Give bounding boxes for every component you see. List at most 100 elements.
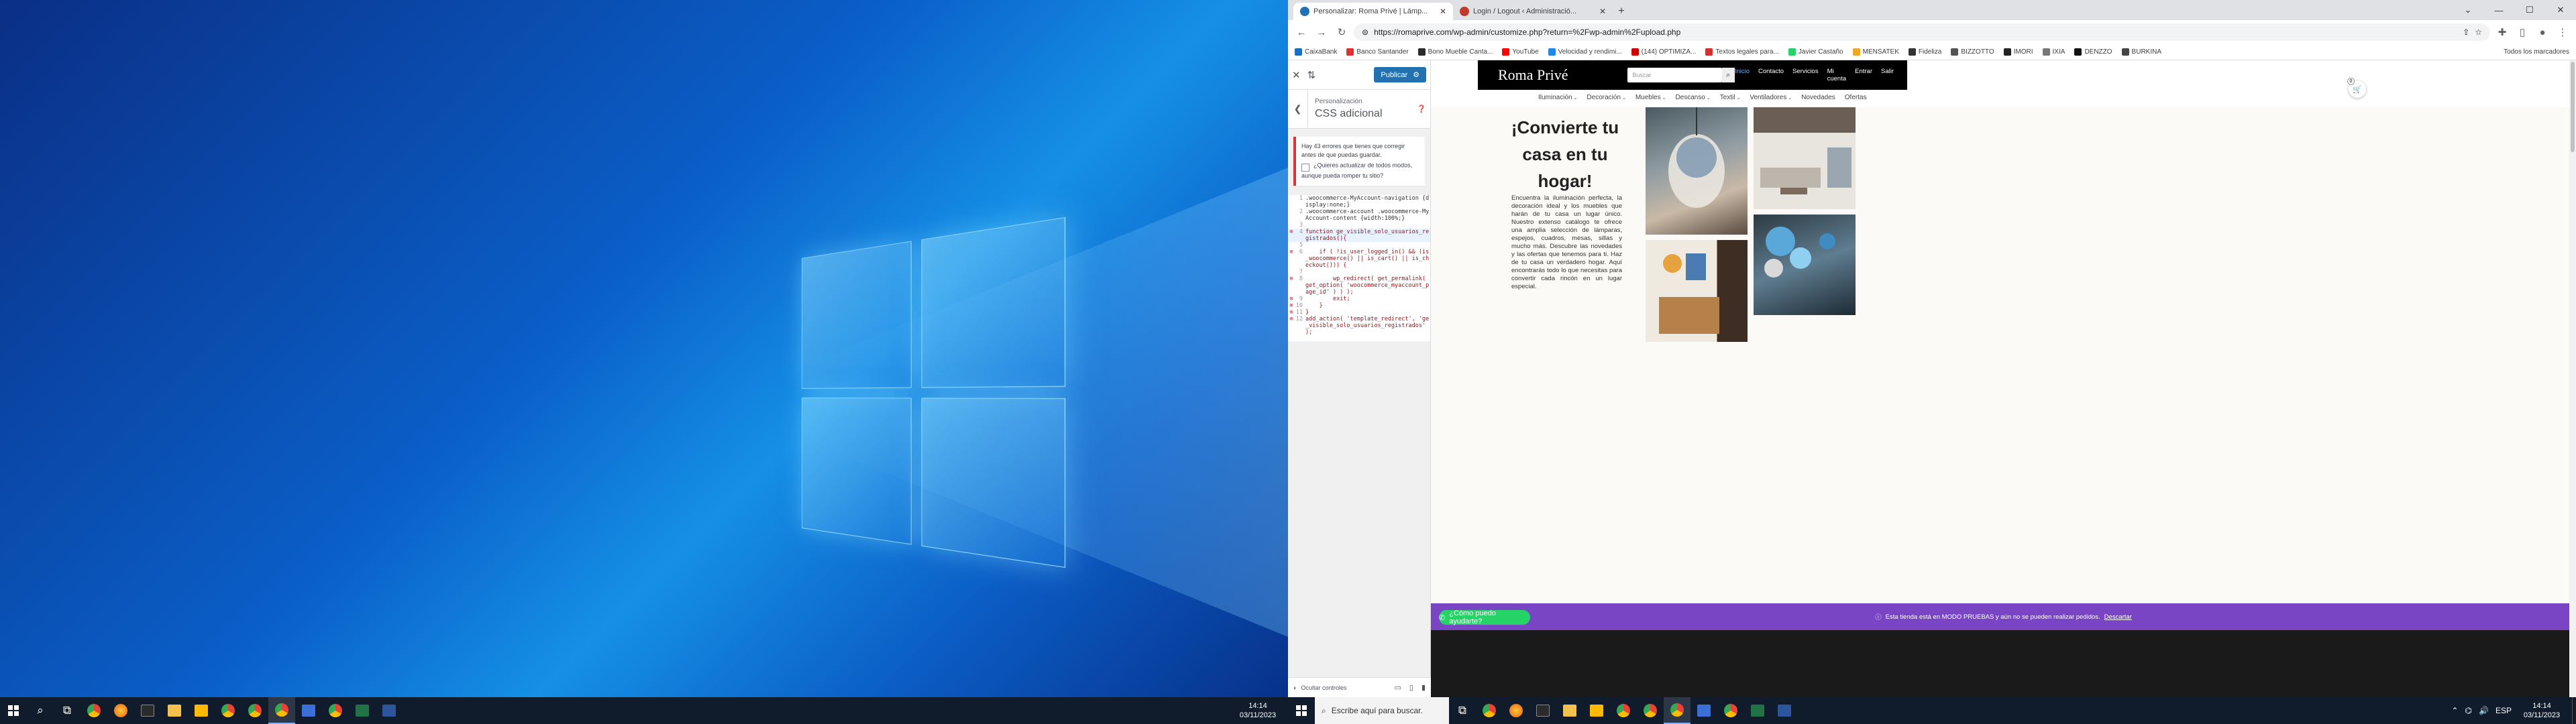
taskbar-app[interactable] — [188, 697, 215, 724]
css-code-editor[interactable]: 1 .woocommerce-MyAccount-navigation {disp… — [1288, 195, 1430, 341]
search-icon[interactable]: ⌕ — [1721, 68, 1735, 82]
share-icon[interactable]: ⇪ — [2463, 27, 2469, 37]
code-line[interactable]: ⊗ 12 add_action( 'template_redirect', 'ge_… — [1288, 316, 1430, 336]
sidepanel-icon[interactable]: ▯ — [2514, 24, 2530, 40]
bookmark-item[interactable]: BIZZOTTO — [1951, 48, 1994, 56]
chevron-up-icon[interactable]: ⌃ — [2451, 706, 2458, 715]
taskbar-app[interactable] — [161, 697, 188, 724]
taskbar-app[interactable] — [295, 697, 322, 724]
code-line[interactable]: ⊗ 6 if ( !is_user_logged_in() && (is_wooc… — [1288, 249, 1430, 269]
start-button[interactable] — [1288, 697, 1315, 724]
whatsapp-chat-button[interactable]: ✆ ¿Cómo puedo ayudarte? — [1439, 609, 1530, 625]
reload-icon[interactable]: ↻ — [1334, 24, 1350, 40]
bookmark-item[interactable]: IMORI — [2003, 48, 2033, 56]
task-view-button[interactable]: ⧉ — [54, 697, 80, 724]
menu-icon[interactable]: ⋮ — [2555, 24, 2571, 40]
taskbar-search-box[interactable]: ⌕ Escribe aquí para buscar. — [1315, 697, 1449, 724]
search-button[interactable]: ⌕ — [27, 697, 54, 724]
taskbar-app[interactable] — [1637, 697, 1664, 724]
site-menu-item[interactable]: Decoración ⌄ — [1587, 94, 1625, 101]
language-indicator[interactable]: ESP — [2496, 706, 2512, 715]
start-button[interactable] — [0, 697, 27, 724]
profile-icon[interactable]: ● — [2534, 24, 2551, 40]
tablet-preview-icon[interactable]: ▯ — [1409, 683, 1413, 692]
cart-button[interactable]: 🛒 0 — [2347, 78, 2366, 98]
bookmark-item[interactable]: Velocidad y rendimi... — [1548, 48, 1622, 56]
bookmark-item[interactable]: DENZZO — [2074, 48, 2112, 56]
site-menu-item[interactable]: Muebles ⌄ — [1635, 94, 1666, 101]
bookmark-item[interactable]: IXIA — [2042, 48, 2065, 56]
chandelier-photo[interactable] — [1646, 107, 1748, 235]
site-nav-0[interactable]: Inicio — [1735, 68, 1750, 82]
bookmarks-all[interactable]: Todos los marcadores — [2504, 48, 2576, 56]
taskbar-app[interactable] — [1583, 697, 1610, 724]
taskbar-app[interactable] — [1610, 697, 1637, 724]
taskbar-app[interactable] — [1664, 697, 1690, 724]
tab-search-icon[interactable]: ⌄ — [2453, 0, 2483, 20]
code-line[interactable]: ⊗ 10 } — [1288, 302, 1430, 309]
taskbar-app[interactable] — [215, 697, 241, 724]
bookmark-item[interactable]: BURKINA — [2121, 48, 2161, 56]
taskbar-app[interactable] — [134, 697, 161, 724]
taskbar-app[interactable] — [1529, 697, 1556, 724]
taskbar-app[interactable] — [80, 697, 107, 724]
close-icon[interactable]: ✕ — [1292, 69, 1301, 81]
extensions-icon[interactable]: ✚ — [2494, 24, 2510, 40]
browser-tab-login[interactable]: Login / Logout ‹ Administració... ✕ — [1453, 3, 1613, 20]
gear-icon[interactable]: ⚙ — [1413, 70, 1419, 79]
taskbar-app[interactable] — [1744, 697, 1771, 724]
address-bar[interactable]: ⊜ https://romaprive.com/wp-admin/customi… — [1354, 23, 2490, 41]
bookmark-item[interactable]: (144) OPTIMIZA... — [1631, 48, 1696, 56]
bookmark-item[interactable]: Textos legales para... — [1705, 48, 1779, 56]
taskbar-app[interactable] — [1503, 697, 1529, 724]
taskbar-app[interactable] — [241, 697, 268, 724]
close-window-icon[interactable]: ✕ — [2545, 0, 2576, 20]
taskbar-clock[interactable]: 14:14 03/11/2023 — [1234, 701, 1288, 720]
help-icon[interactable]: ❓ — [1417, 105, 1430, 113]
dismiss-link[interactable]: Descartar — [2104, 613, 2132, 621]
back-icon[interactable]: ← — [1293, 24, 1309, 40]
site-logo[interactable]: Roma Privé — [1478, 66, 1627, 84]
show-desktop-button[interactable] — [2572, 697, 2576, 724]
preview-scrollbar[interactable] — [2569, 60, 2576, 697]
scrollbar-thumb[interactable] — [2571, 62, 2575, 152]
publish-button[interactable]: Publicar ⚙ — [1374, 67, 1426, 82]
code-line[interactable]: 7 — [1288, 269, 1430, 276]
decor-flowers-photo[interactable] — [1754, 215, 1856, 315]
taskbar-app[interactable] — [1556, 697, 1583, 724]
task-view-button[interactable]: ⧉ — [1449, 697, 1476, 724]
site-menu-item[interactable]: Textil ⌄ — [1720, 94, 1741, 101]
network-icon[interactable]: ⌬ — [2465, 706, 2472, 715]
code-line[interactable]: 5 — [1288, 242, 1430, 249]
site-menu-item[interactable]: Descanso ⌄ — [1675, 94, 1710, 101]
sideboard-photo[interactable] — [1646, 240, 1748, 342]
bookmark-item[interactable]: Bono Mueble Canta... — [1417, 48, 1493, 56]
bookmark-item[interactable]: YouTube — [1502, 48, 1539, 56]
site-menu-item[interactable]: Novedades — [1801, 94, 1835, 101]
bookmark-item[interactable]: MENSATEK — [1852, 48, 1899, 56]
close-icon[interactable]: ✕ — [1440, 7, 1446, 16]
taskbar-app[interactable] — [268, 697, 295, 724]
site-nav-5[interactable]: Salir — [1881, 68, 1894, 82]
code-line[interactable]: 1 .woocommerce-MyAccount-navigation {disp… — [1288, 195, 1430, 208]
browser-tab-customizer[interactable]: Personalizar: Roma Privé | Lámp... ✕ — [1293, 3, 1453, 20]
taskbar-app[interactable] — [1476, 697, 1503, 724]
desktop-preview-icon[interactable]: ▭ — [1394, 683, 1401, 692]
hide-controls-label[interactable]: Ocultar controles — [1301, 684, 1346, 691]
site-info-icon[interactable]: ⊜ — [1362, 27, 1368, 37]
code-line[interactable]: ⊗ 8 wp_redirect( get_permalink( get_optio… — [1288, 276, 1430, 296]
site-menu-item[interactable]: Ventiladores ⌄ — [1750, 94, 1792, 101]
bookmark-item[interactable]: Banco Santander — [1346, 48, 1409, 56]
site-nav-3[interactable]: Mi cuenta — [1827, 68, 1847, 82]
taskbar-app[interactable] — [322, 697, 349, 724]
code-line[interactable]: 3 — [1288, 222, 1430, 229]
site-nav-2[interactable]: Servicios — [1792, 68, 1819, 82]
taskbar-clock[interactable]: 14:14 03/11/2023 — [2518, 701, 2572, 720]
hide-controls-icon[interactable]: ◐ — [1293, 684, 1297, 691]
bookmark-item[interactable]: Fidelizа — [1908, 48, 1941, 56]
forward-icon[interactable]: → — [1313, 24, 1330, 40]
star-icon[interactable]: ☆ — [2475, 27, 2482, 37]
site-nav-4[interactable]: Entrar — [1855, 68, 1872, 82]
taskbar-app[interactable] — [1690, 697, 1717, 724]
code-line[interactable]: ⊗ 9 exit; — [1288, 296, 1430, 302]
